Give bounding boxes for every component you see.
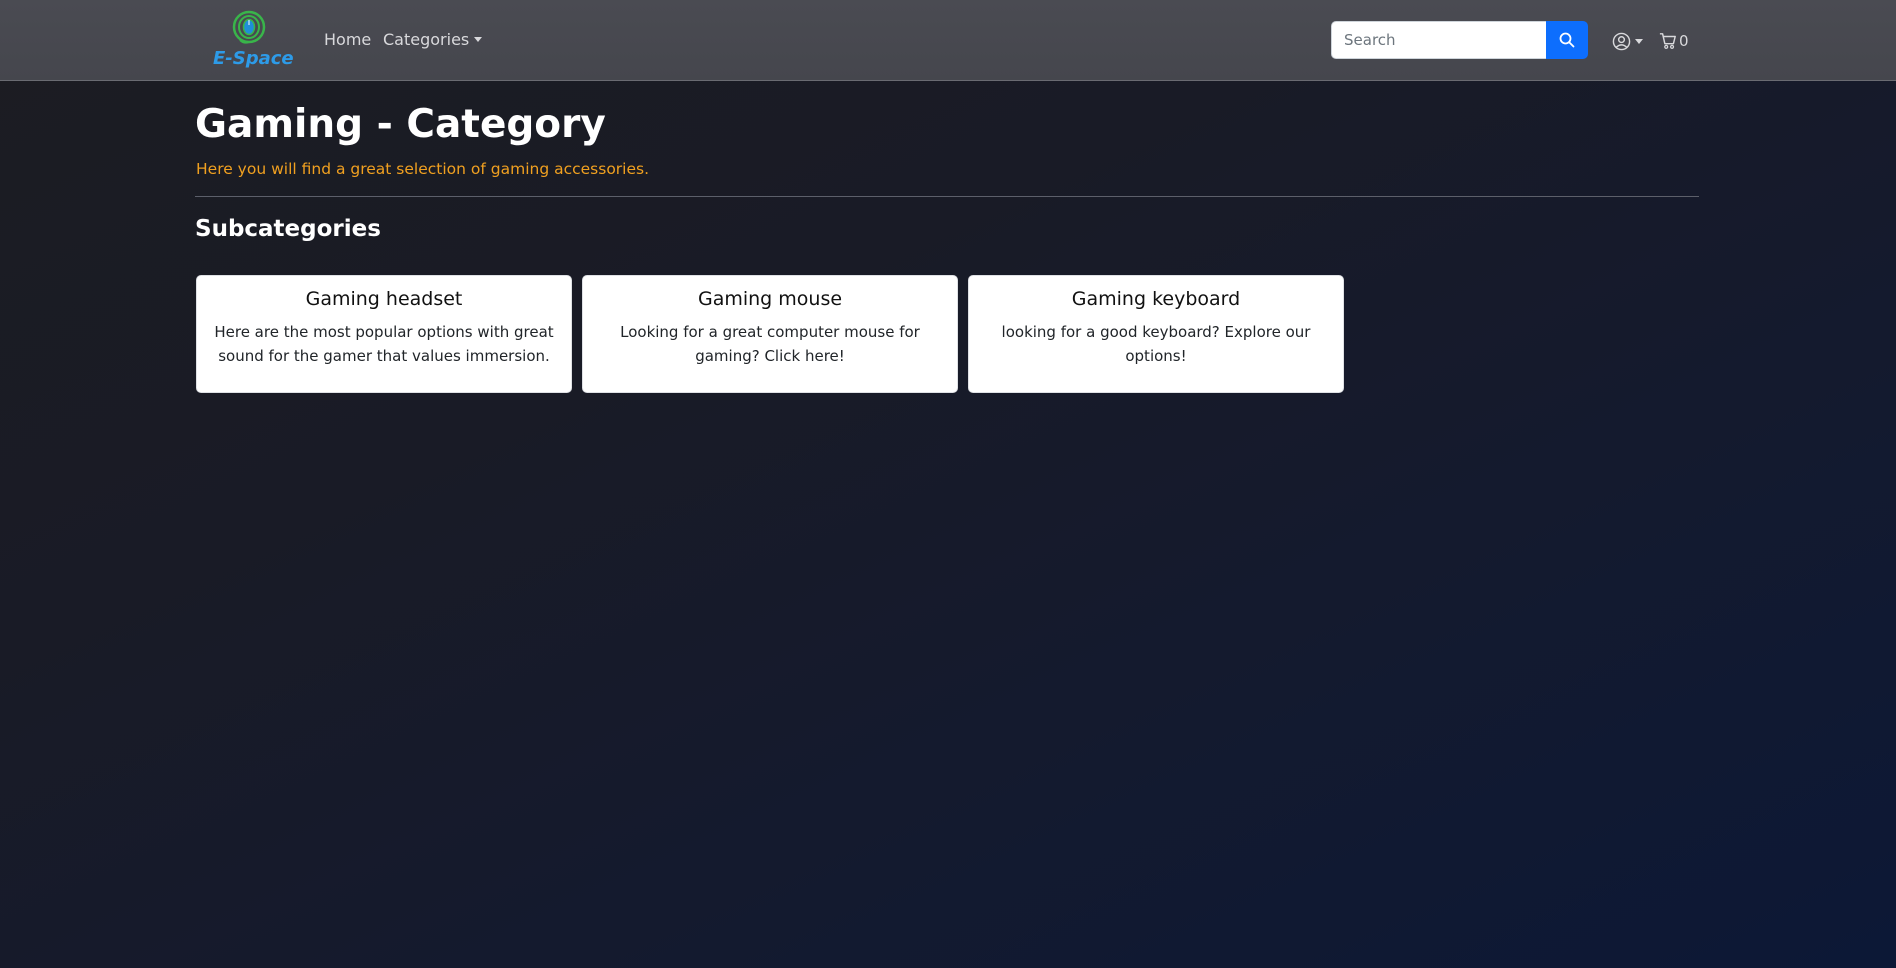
divider bbox=[195, 196, 1699, 197]
brand-name: E-Space bbox=[213, 48, 294, 69]
cart-icon bbox=[1659, 33, 1676, 49]
user-circle-icon bbox=[1612, 32, 1631, 50]
card-title: Gaming headset bbox=[305, 288, 463, 310]
search-icon bbox=[1559, 32, 1575, 48]
subcategory-card-gaming-keyboard[interactable]: Gaming keyboard looking for a good keybo… bbox=[968, 275, 1344, 393]
account-dropdown[interactable] bbox=[1612, 29, 1643, 53]
cart-count: 0 bbox=[1679, 32, 1689, 50]
search-input[interactable] bbox=[1331, 21, 1547, 59]
nav-categories-dropdown[interactable]: Categories bbox=[383, 30, 483, 49]
caret-down-icon bbox=[474, 37, 483, 42]
caret-down-icon bbox=[1635, 38, 1643, 44]
card-description: Looking for a great computer mouse for g… bbox=[620, 323, 920, 365]
card-description: looking for a good keyboard? Explore our… bbox=[1001, 323, 1311, 365]
navbar: E-Space Home Categories 0 bbox=[0, 0, 1896, 81]
search-button[interactable] bbox=[1546, 21, 1588, 59]
card-description: Here are the most popular options with g… bbox=[214, 323, 554, 365]
cart-button[interactable]: 0 bbox=[1659, 29, 1689, 53]
card-title: Gaming mouse bbox=[697, 288, 843, 310]
page-title: Gaming - Category bbox=[195, 102, 606, 147]
mouse-logo-icon bbox=[232, 10, 266, 44]
subcategory-card-gaming-mouse[interactable]: Gaming mouse Looking for a great compute… bbox=[582, 275, 958, 393]
nav-categories-label: Categories bbox=[383, 30, 470, 49]
subcategories-heading: Subcategories bbox=[195, 216, 381, 242]
page-subtitle: Here you will find a great selection of … bbox=[196, 160, 650, 178]
subcategory-card-gaming-headset[interactable]: Gaming headset Here are the most popular… bbox=[196, 275, 572, 393]
brand-logo[interactable]: E-Space bbox=[210, 10, 294, 70]
nav-home-link[interactable]: Home bbox=[324, 30, 371, 49]
card-title: Gaming keyboard bbox=[1071, 288, 1241, 310]
